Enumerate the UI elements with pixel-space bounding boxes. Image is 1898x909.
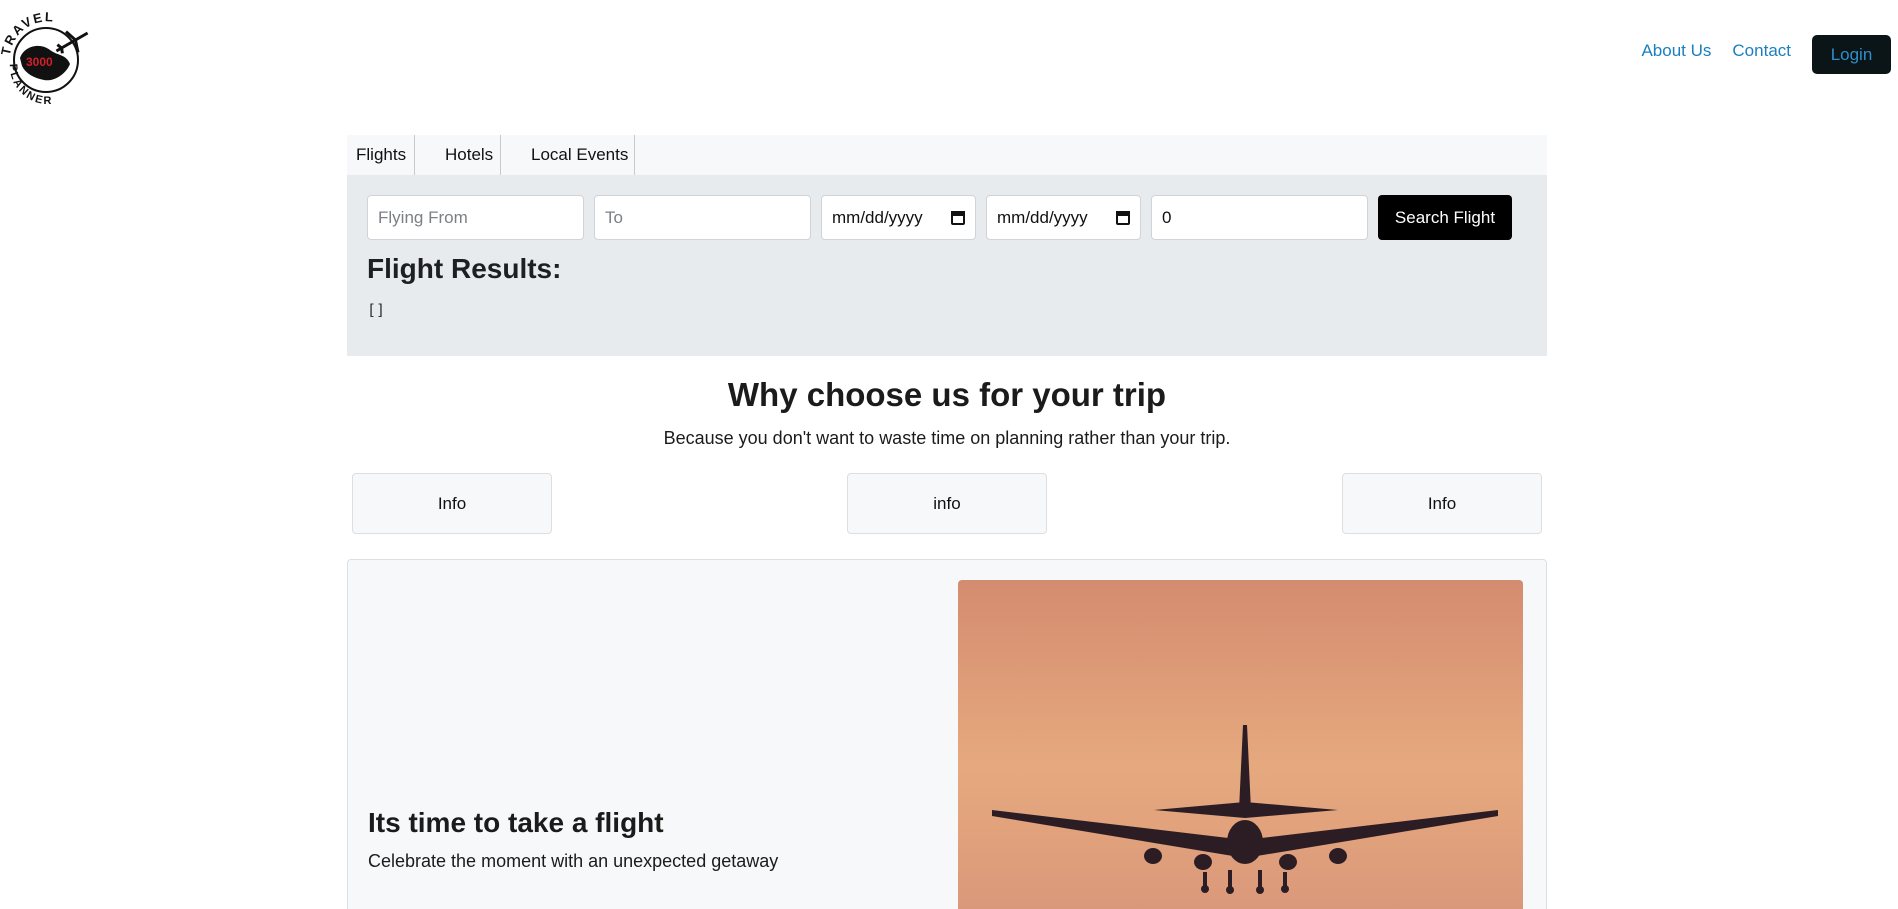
- airplane-sunset-graphic: [958, 580, 1523, 909]
- top-nav: About Us Contact Login: [1641, 35, 1891, 74]
- depart-date-input[interactable]: mm/dd/yyyy: [821, 195, 976, 240]
- return-date-text: mm/dd/yyyy: [997, 207, 1088, 227]
- nav-link-contact[interactable]: Contact: [1732, 41, 1791, 61]
- why-choose-title: Why choose us for your trip: [727, 376, 1167, 413]
- calendar-icon[interactable]: [1116, 210, 1130, 225]
- airplane-sunset-image: [958, 580, 1523, 909]
- flying-from-input[interactable]: Flying From: [367, 195, 584, 240]
- tab-local-events[interactable]: Local Events: [501, 135, 635, 175]
- flight-results-title: Flight Results:: [367, 253, 562, 284]
- calendar-icon[interactable]: [951, 210, 965, 225]
- search-tabs: Flights Hotels Local Events: [347, 135, 1547, 175]
- promo-title: Its time to take a flight: [368, 807, 664, 838]
- flight-search-panel: Flying From To mm/dd/yyyy mm/dd/yyyy 0 S…: [347, 175, 1547, 356]
- depart-date-text: mm/dd/yyyy: [832, 207, 923, 227]
- passengers-input[interactable]: 0: [1151, 195, 1368, 240]
- travel-planner-logo[interactable]: 3000 TRAVEL PLANNER: [0, 8, 96, 107]
- promo-subtitle: Celebrate the moment with an unexpected …: [368, 851, 779, 871]
- search-flight-button[interactable]: Search Flight: [1378, 195, 1512, 240]
- tab-flights[interactable]: Flights: [347, 135, 415, 175]
- flight-promo-card: Its time to take a flight Celebrate the …: [347, 559, 1547, 909]
- to-input[interactable]: To: [594, 195, 811, 240]
- info-box: Info: [352, 473, 552, 534]
- info-box: info: [847, 473, 1047, 534]
- info-box: Info: [1342, 473, 1542, 534]
- nav-link-about-us[interactable]: About Us: [1641, 41, 1711, 61]
- flight-results-json: []: [367, 301, 386, 319]
- logo-graphic: 3000 TRAVEL PLANNER: [0, 9, 89, 107]
- login-button[interactable]: Login: [1812, 35, 1891, 74]
- logo-mark-text: 3000: [26, 55, 53, 69]
- why-choose-subtitle: Because you don't want to waste time on …: [663, 428, 1231, 448]
- tab-hotels[interactable]: Hotels: [415, 135, 501, 175]
- page: 3000 TRAVEL PLANNER About Us Contact Log…: [0, 0, 1898, 909]
- return-date-input[interactable]: mm/dd/yyyy: [986, 195, 1141, 240]
